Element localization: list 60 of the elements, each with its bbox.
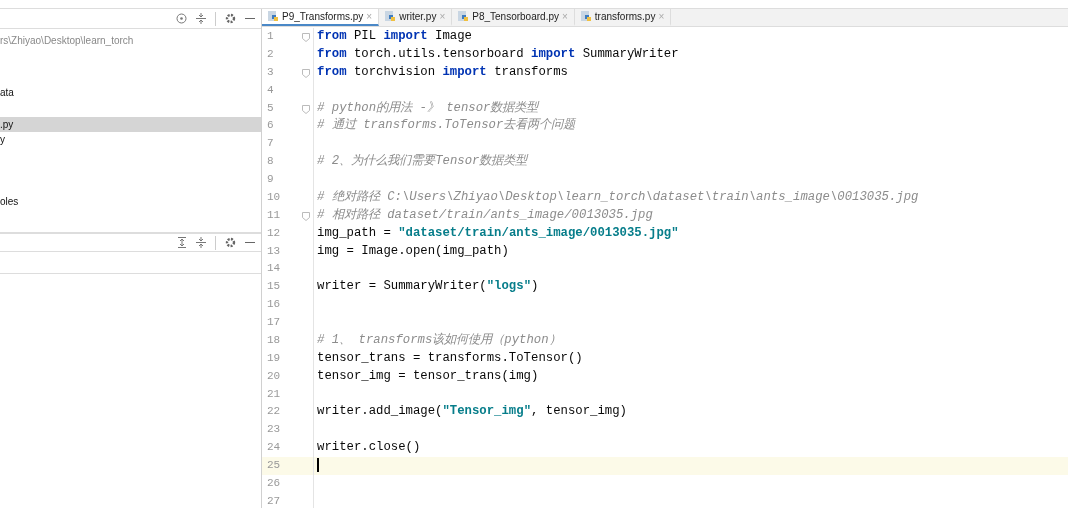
line-number: 16 [267,298,281,311]
code-line: img_path = "dataset/train/ants_image/0013035.jpg" [317,224,679,242]
expand-icon[interactable] [177,237,187,248]
python-file-icon [580,11,592,22]
line-number: 23 [267,423,281,436]
tree-item[interactable]: .py [0,116,261,132]
line-number: 18 [267,333,281,346]
line-number: 4 [267,83,274,96]
line-number: 17 [267,316,281,328]
line-number: 27 [267,494,281,507]
line-number: 12 [267,226,281,239]
line-number: 14 [267,262,281,275]
code-line: img = Image.open(img_path) [317,242,509,260]
line-number: 9 [267,173,274,185]
line-number: 6 [267,119,274,132]
text-cursor [317,457,319,472]
code-line: # 1、 transforms该如何使用（python） [317,331,561,349]
line-number: 11 [267,208,281,221]
code-line: writer = SummaryWriter("logs") [317,278,539,296]
python-file-icon [458,11,470,22]
code-line: tensor_img = tensor_trans(img) [317,367,539,385]
tree-item[interactable]: ata [0,85,261,101]
line-number: 7 [267,137,274,150]
settings-icon[interactable] [225,237,236,248]
line-number: 2 [267,47,274,60]
code-line: # 相对路径 dataset/train/ants_image/0013035.jpg [317,206,653,224]
code-line: # 通过 transforms.ToTensor去看两个问题 [317,117,576,135]
tree-item[interactable]: y [0,132,261,148]
code-line: writer.add_image("Tensor_img", tensor_img) [317,403,627,421]
line-number: 25 [267,459,281,471]
code-line: # python的用法 -》 tensor数据类型 [317,99,539,117]
line-number: 15 [267,280,281,293]
line-number: 5 [267,101,274,114]
line-number: 8 [267,155,274,168]
line-number: 24 [267,441,281,454]
python-file-icon [385,11,397,22]
code-line: from torchvision import transforms [317,63,568,81]
python-file-icon [268,11,279,22]
code-line: from torch.utils.tensorboard import SummaryWriter [317,45,679,63]
code-line: tensor_trans = transforms.ToTensor() [317,349,583,367]
line-number: 13 [267,244,281,257]
tree-item[interactable]: oles [0,193,261,209]
line-number: 21 [267,387,281,400]
code-line: # 绝对路径 C:\Users\Zhiyao\Desktop\learn_torch\dataset\train\ants_image\0013035.jpg [317,188,919,206]
settings-icon[interactable] [225,13,236,24]
collapse-icon[interactable] [196,237,206,248]
code-line: # 2、为什么我们需要Tensor数据类型 [317,153,528,171]
line-number: 26 [267,476,281,489]
line-number: 10 [267,190,281,203]
line-number: 1 [267,30,274,42]
project-path: rs\Zhiyao\Desktop\learn_torch [0,35,134,46]
line-number: 3 [267,65,274,78]
collapse-icon[interactable] [196,13,206,24]
line-number: 20 [267,369,281,382]
code-line: writer.close() [317,439,421,457]
line-number: 22 [267,405,281,418]
code-line: from PIL import Image [317,28,472,45]
editor-tab[interactable]: P9_Transforms.py × [262,9,380,26]
locate-icon[interactable] [176,13,187,24]
line-number: 19 [267,351,281,364]
